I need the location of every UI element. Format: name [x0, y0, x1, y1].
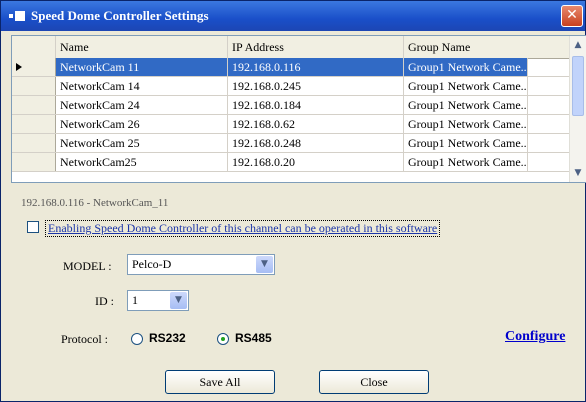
id-label: ID :	[95, 294, 114, 308]
cell-group: Group1 Network Came...	[404, 153, 528, 171]
rs485-radio[interactable]	[217, 333, 229, 345]
table-row[interactable]: NetworkCam 14 192.168.0.245 Group1 Netwo…	[12, 77, 572, 96]
protocol-label: Protocol :	[61, 332, 108, 346]
row-header[interactable]	[12, 58, 56, 76]
cell-name: NetworkCam 14	[56, 77, 228, 95]
row-header[interactable]	[12, 115, 56, 133]
table-row[interactable]: NetworkCam 11 192.168.0.116 Group1 Netwo…	[12, 58, 572, 77]
row-header[interactable]	[12, 153, 56, 171]
row-header-corner	[12, 36, 56, 58]
model-select[interactable]: Pelco-D ▼	[127, 254, 275, 275]
rs485-label[interactable]: RS485	[235, 331, 272, 345]
enable-checkbox[interactable]	[27, 221, 39, 233]
save-all-button[interactable]: Save All	[165, 370, 275, 394]
cell-name: NetworkCam 25	[56, 134, 228, 152]
close-window-button[interactable]: ✕	[561, 5, 583, 27]
model-value: Pelco-D	[132, 257, 172, 271]
scroll-thumb[interactable]	[572, 56, 584, 116]
table-row[interactable]: NetworkCam 24 192.168.0.184 Group1 Netwo…	[12, 96, 572, 115]
radio-selected-icon	[221, 337, 225, 341]
table-row[interactable]: NetworkCam 25 192.168.0.248 Group1 Netwo…	[12, 134, 572, 153]
scroll-down-icon[interactable]: ▼	[571, 166, 585, 180]
cell-ip: 192.168.0.62	[228, 115, 404, 133]
rs232-label[interactable]: RS232	[149, 331, 186, 345]
cell-ip: 192.168.0.248	[228, 134, 404, 152]
table-header: Name IP Address Group Name	[12, 36, 572, 59]
column-header-ip[interactable]: IP Address	[228, 36, 404, 58]
cell-group: Group1 Network Came...	[404, 77, 528, 95]
cell-ip: 192.168.0.245	[228, 77, 404, 95]
row-header[interactable]	[12, 134, 56, 152]
window-title: Speed Dome Controller Settings	[31, 8, 209, 23]
cell-name: NetworkCam25	[56, 153, 228, 171]
close-button[interactable]: Close	[319, 370, 429, 394]
cell-group: Group1 Network Came...	[404, 58, 528, 76]
chevron-down-icon[interactable]: ▼	[256, 256, 273, 273]
table-scrollbar[interactable]: ▲ ▼	[569, 36, 586, 182]
rs232-radio[interactable]	[131, 333, 143, 345]
camera-table[interactable]: Name IP Address Group Name NetworkCam 11…	[11, 35, 586, 183]
dialog-window: Speed Dome Controller Settings ✕ Name IP…	[0, 0, 586, 402]
app-icon	[9, 11, 25, 21]
configure-link[interactable]: Configure	[505, 329, 565, 345]
table-row[interactable]: NetworkCam25 192.168.0.20 Group1 Network…	[12, 153, 572, 172]
cell-ip: 192.168.0.184	[228, 96, 404, 114]
enable-checkbox-label[interactable]: Enabling Speed Dome Controller of this c…	[45, 220, 441, 237]
id-select[interactable]: 1 ▼	[127, 290, 189, 311]
cell-group: Group1 Network Came...	[404, 96, 528, 114]
current-row-icon	[16, 63, 22, 71]
table-row[interactable]: NetworkCam 26 192.168.0.62 Group1 Networ…	[12, 115, 572, 134]
chevron-down-icon[interactable]: ▼	[170, 292, 187, 309]
id-value: 1	[132, 293, 138, 307]
selected-channel-label: 192.168.0.116 - NetworkCam_11	[21, 197, 169, 209]
title-bar[interactable]: Speed Dome Controller Settings ✕	[1, 1, 585, 31]
model-label: MODEL :	[63, 259, 112, 273]
row-header[interactable]	[12, 96, 56, 114]
cell-group: Group1 Network Came...	[404, 115, 528, 133]
cell-name: NetworkCam 26	[56, 115, 228, 133]
scroll-up-icon[interactable]: ▲	[571, 38, 585, 52]
cell-name: NetworkCam 11	[56, 58, 228, 76]
cell-ip: 192.168.0.20	[228, 153, 404, 171]
cell-name: NetworkCam 24	[56, 96, 228, 114]
cell-group: Group1 Network Came...	[404, 134, 528, 152]
cell-ip: 192.168.0.116	[228, 58, 404, 76]
row-header[interactable]	[12, 77, 56, 95]
column-header-name[interactable]: Name	[56, 36, 228, 58]
column-header-group[interactable]: Group Name	[404, 36, 572, 58]
